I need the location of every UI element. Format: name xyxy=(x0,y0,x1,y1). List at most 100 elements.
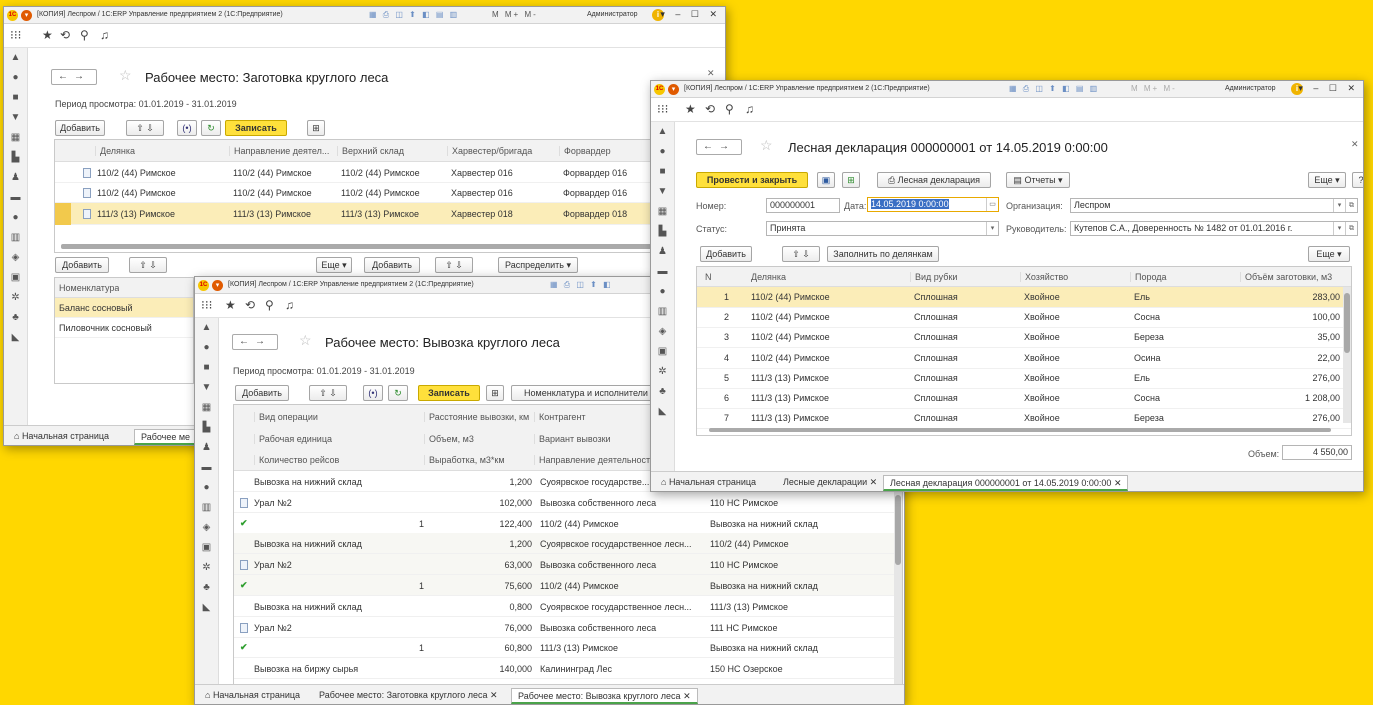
person-icon[interactable]: ♟ xyxy=(651,242,674,262)
warehouse-icon[interactable]: ▦ xyxy=(195,398,218,418)
up-icon[interactable]: ▲ xyxy=(651,122,674,142)
period-text[interactable]: Период просмотра: 01.01.2019 - 31.01.201… xyxy=(233,366,415,376)
tree-icon[interactable]: ♣ xyxy=(195,578,218,598)
organization-field[interactable]: Леспром ▾ ⧉ xyxy=(1070,198,1358,213)
col-header[interactable]: Объем, м3 xyxy=(424,434,534,444)
radio-icon[interactable]: (•) xyxy=(177,120,197,136)
table-row[interactable]: 6 111/3 (13) Римское Сплошная Хвойное Сосна 1… xyxy=(697,388,1351,409)
bag-icon[interactable]: ■ xyxy=(651,162,674,182)
table-row[interactable]: 1 110/2 (44) Римское Сплошная Хвойное Ель 283… xyxy=(697,287,1351,308)
dropdown-icon[interactable]: ▾ xyxy=(1333,222,1345,235)
favorite-star-icon[interactable]: ☆ xyxy=(119,67,132,84)
col-header[interactable]: Расстояние вывозки, км xyxy=(424,412,534,422)
close-icon[interactable]: ✕ xyxy=(707,68,715,79)
table-row[interactable]: Вывозка на нижний склад 0,800 Суоярвское г… xyxy=(234,596,902,617)
gear-icon[interactable]: ✲ xyxy=(651,362,674,382)
save-button[interactable]: Записать xyxy=(418,385,480,401)
sections-icon[interactable]: ⁝⁝⁝ xyxy=(10,28,21,42)
search-icon[interactable]: ⚲ xyxy=(265,298,274,312)
table-row[interactable]: 7 111/3 (13) Римское Сплошная Хвойное Береза… xyxy=(697,408,1351,430)
cart-icon[interactable]: ▼ xyxy=(4,108,27,128)
table-row[interactable]: 5 111/3 (13) Римское Сплошная Хвойное Ель 276… xyxy=(697,368,1351,389)
tab-home[interactable]: ⌂ Начальная страница xyxy=(655,475,762,491)
fill-by-plots-button[interactable]: Заполнить по делянкам xyxy=(827,246,939,262)
table-row[interactable]: 2 110/2 (44) Римское Сплошная Хвойное Сосна 1… xyxy=(697,307,1351,329)
save-icon[interactable]: ▣ xyxy=(817,172,835,188)
table-row[interactable]: ✔ 1 122,400 110/2 (44) Римское Вывозка на ни… xyxy=(234,513,902,534)
user-name[interactable]: Администратор xyxy=(1225,85,1276,92)
truck-icon[interactable]: ◈ xyxy=(195,518,218,538)
tree-icon[interactable]: ♣ xyxy=(4,308,27,328)
menu-icon[interactable]: ▾ xyxy=(21,10,32,21)
radio-icon[interactable]: (•) xyxy=(363,385,383,401)
open-icon[interactable]: ⧉ xyxy=(1345,222,1357,235)
table-row[interactable]: Урал №2 102,000 Вывозка собственного леса 1… xyxy=(234,492,902,513)
tab-home[interactable]: ⌂ Начальная страница xyxy=(8,429,115,445)
number-field[interactable]: 000000001 xyxy=(766,198,840,213)
col-header[interactable]: N xyxy=(705,272,712,282)
history-icon[interactable]: ⟲ xyxy=(245,298,255,312)
favorite-star-icon[interactable]: ☆ xyxy=(760,137,773,154)
table-row[interactable]: Урал №2 76,000 Вывозка собственного леса 11… xyxy=(234,617,902,638)
status-field[interactable]: Принята ▾ xyxy=(766,221,999,236)
menu-icon[interactable]: ▾ xyxy=(668,84,679,95)
more-button-2[interactable]: Еще ▾ xyxy=(1308,246,1350,262)
col-header[interactable]: Рабочая единица xyxy=(254,434,424,444)
back-forward-buttons[interactable]: ←→ xyxy=(232,334,278,350)
favorites-icon[interactable]: ★ xyxy=(225,298,236,312)
list-item[interactable]: Пиловочник сосновый xyxy=(55,318,193,338)
col-header[interactable]: Номенклатура xyxy=(59,283,119,293)
close-icon[interactable]: ✕ xyxy=(1351,139,1359,150)
add-button-2[interactable]: Добавить xyxy=(55,257,109,273)
factory-icon[interactable]: ▙ xyxy=(651,222,674,242)
post-icon[interactable]: ⊞ xyxy=(842,172,860,188)
vertical-scrollbar[interactable] xyxy=(894,471,902,684)
favorite-star-icon[interactable]: ☆ xyxy=(299,332,312,349)
cart-icon[interactable]: ▼ xyxy=(651,182,674,202)
bag-icon[interactable]: ■ xyxy=(195,358,218,378)
person-icon[interactable]: ♟ xyxy=(195,438,218,458)
back-forward-buttons[interactable]: ←→ xyxy=(696,139,742,155)
memory-buttons[interactable]: M M+ M- xyxy=(492,10,538,19)
horizontal-scrollbar[interactable] xyxy=(709,428,1331,432)
dropdown-icon[interactable]: ▾ xyxy=(986,222,998,235)
add-button-3[interactable]: Добавить xyxy=(364,257,420,273)
col-header[interactable]: Верхний склад xyxy=(337,146,447,156)
factory-icon[interactable]: ▙ xyxy=(4,148,27,168)
refresh-icon[interactable]: ↻ xyxy=(388,385,408,401)
user-name[interactable]: Администратор xyxy=(587,11,638,18)
reports-button[interactable]: ▤ Отчеты ▾ xyxy=(1006,172,1070,188)
up-icon[interactable]: ▲ xyxy=(4,48,27,68)
calc-icon[interactable]: ▣ xyxy=(4,268,27,288)
save-button[interactable]: Записать xyxy=(225,120,287,136)
cash-icon[interactable]: ▬ xyxy=(4,188,27,208)
tab-declaration[interactable]: Лесная декларация 000000001 от 14.05.201… xyxy=(883,475,1129,491)
col-header[interactable]: Объём заготовки, м3 xyxy=(1240,272,1344,282)
favorites-icon[interactable]: ★ xyxy=(42,28,53,42)
tab-harvesting[interactable]: Рабочее место: Заготовка круглого леса ✕ xyxy=(313,688,504,704)
col-header[interactable]: Вид операции xyxy=(254,412,424,422)
move-buttons[interactable]: ⇧ ⇩ xyxy=(309,385,347,401)
list-item-selected[interactable]: Баланс сосновый xyxy=(55,298,193,318)
money2-icon[interactable]: ● xyxy=(651,282,674,302)
add-button[interactable]: Добавить xyxy=(235,385,289,401)
gear-icon[interactable]: ✲ xyxy=(195,558,218,578)
tab-home[interactable]: ⌂ Начальная страница xyxy=(199,688,306,704)
more-button[interactable]: Еще ▾ xyxy=(1308,172,1346,188)
favorites-icon[interactable]: ★ xyxy=(685,102,696,116)
window-controls[interactable]: ▾ – ☐ ✕ xyxy=(660,9,721,20)
chart-icon[interactable]: ▥ xyxy=(195,498,218,518)
cart-icon[interactable]: ▼ xyxy=(195,378,218,398)
table-row[interactable]: 110/2 (44) Римское 110/2 (44) Римское 11… xyxy=(55,163,723,183)
calendar-icon[interactable]: ▭ xyxy=(986,198,998,211)
tab-declarations[interactable]: Лесные декларации ✕ xyxy=(777,475,883,491)
tools-icon[interactable]: ◣ xyxy=(195,598,218,618)
open-icon[interactable]: ⧉ xyxy=(1345,199,1357,212)
volume-field[interactable]: 4 550,00 xyxy=(1282,445,1352,460)
money-icon[interactable]: ● xyxy=(651,142,674,162)
tab-haulage[interactable]: Рабочее место: Вывозка круглого леса ✕ xyxy=(511,688,698,704)
col-header[interactable]: Харвестер/бригада xyxy=(447,146,559,156)
tools-icon[interactable]: ◣ xyxy=(4,328,27,348)
up-icon[interactable]: ▲ xyxy=(195,318,218,338)
col-header[interactable]: Выработка, м3*км xyxy=(424,455,534,465)
